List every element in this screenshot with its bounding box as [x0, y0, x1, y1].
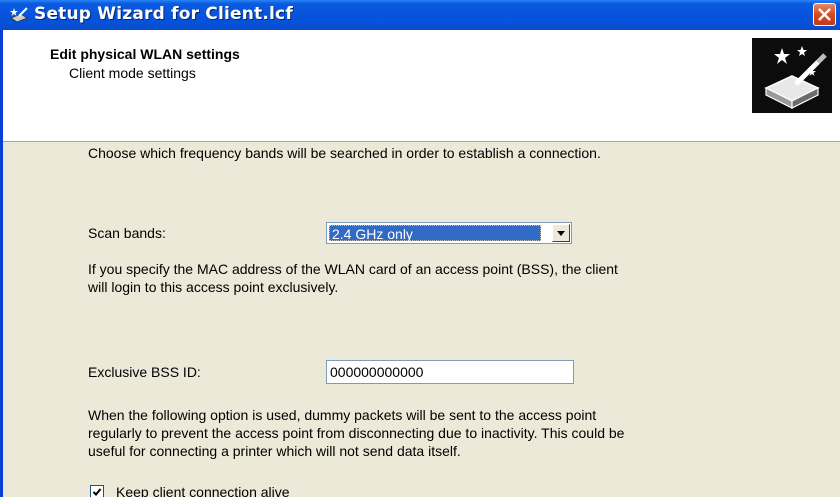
bss-description-line2: will login to this access point exclusiv…	[88, 279, 339, 295]
checkmark-icon	[92, 488, 102, 496]
window-title: Setup Wizard for Client.lcf	[34, 4, 293, 24]
wizard-header: Edit physical WLAN settings Client mode …	[3, 30, 840, 142]
title-bar[interactable]: Setup Wizard for Client.lcf	[0, 0, 840, 30]
close-button[interactable]	[813, 3, 836, 26]
chevron-down-icon[interactable]	[552, 224, 570, 242]
wizard-window: Setup Wizard for Client.lcf Edit physica…	[0, 0, 840, 497]
close-icon	[818, 8, 831, 21]
scan-intro-text: Choose which frequency bands will be sea…	[88, 145, 601, 161]
bss-id-label: Exclusive BSS ID:	[88, 364, 201, 380]
wizard-wand-icon	[10, 7, 28, 23]
bss-description-line1: If you specify the MAC address of the WL…	[88, 261, 618, 277]
scan-bands-value: 2.4 GHz only	[329, 225, 541, 242]
scan-bands-select[interactable]: 2.4 GHz only	[326, 222, 572, 244]
keepalive-description-line2: regularly to prevent the access point fr…	[88, 425, 625, 441]
keepalive-description-line1: When the following option is used, dummy…	[88, 407, 597, 423]
page-subtitle: Client mode settings	[69, 65, 196, 81]
wizard-router-sparkle-icon	[752, 38, 832, 113]
keepalive-checkbox[interactable]	[90, 485, 104, 497]
wizard-body: Choose which frequency bands will be sea…	[3, 142, 840, 497]
bss-id-input[interactable]	[326, 360, 574, 384]
scan-bands-label: Scan bands:	[88, 225, 166, 241]
keepalive-label[interactable]: Keep client connection alive	[116, 483, 290, 497]
keepalive-description-line3: useful for connecting a printer which wi…	[88, 443, 461, 459]
page-title: Edit physical WLAN settings	[50, 46, 240, 62]
dialog-client-area: Edit physical WLAN settings Client mode …	[3, 30, 840, 497]
